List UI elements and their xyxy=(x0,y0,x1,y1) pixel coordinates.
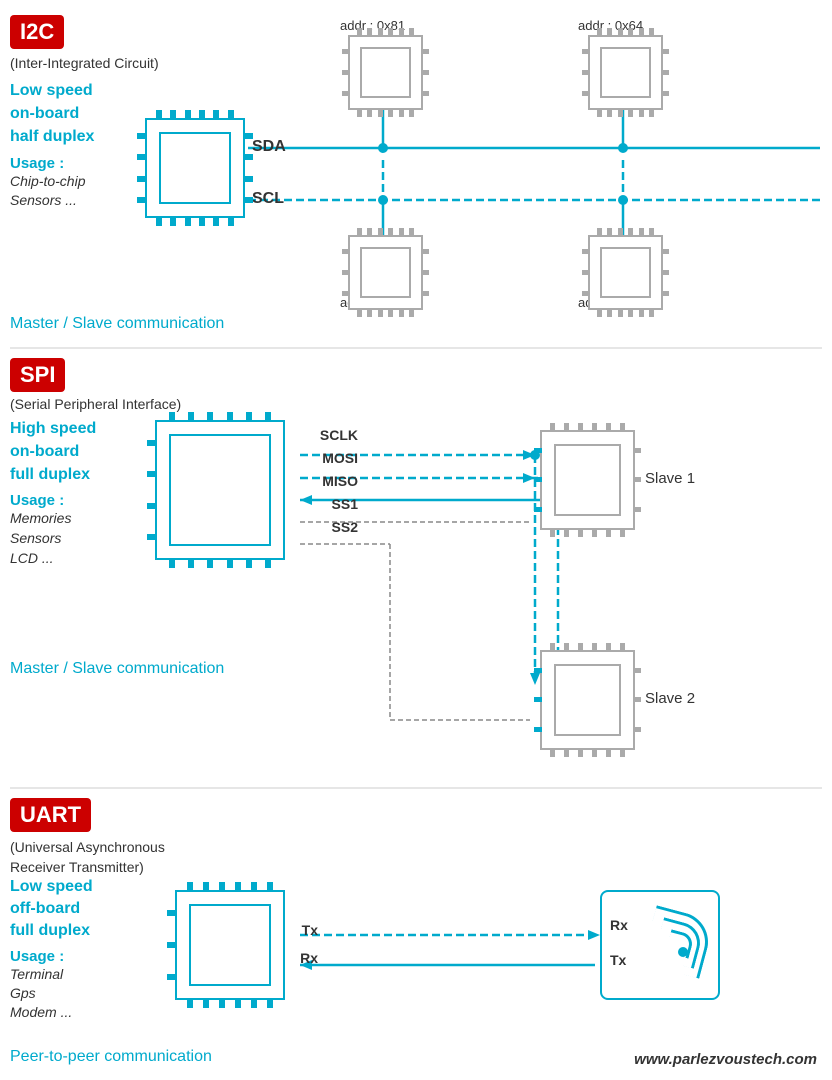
spi-usage-3: LCD ... xyxy=(10,550,54,566)
spi-slave2-chip xyxy=(540,650,635,750)
spi-comm: Master / Slave communication xyxy=(10,660,224,678)
spi-ss2-label: SS2 xyxy=(332,519,358,535)
uart-board: off-board xyxy=(10,900,80,918)
spi-slave1-chip xyxy=(540,430,635,530)
spi-badge: SPI xyxy=(10,358,65,392)
spi-slave2-label: Slave 2 xyxy=(645,690,695,707)
uart-duplex: full duplex xyxy=(10,922,90,940)
sda-label: SDA xyxy=(252,138,286,156)
spi-usage-2: Sensors xyxy=(10,530,61,546)
i2c-usage-1: Chip-to-chip xyxy=(10,173,85,189)
spi-fullname: (Serial Peripheral Interface) xyxy=(10,396,181,412)
spi-usage-label: Usage : xyxy=(10,492,64,509)
uart-fullname: (Universal AsynchronousReceiver Transmit… xyxy=(10,838,165,877)
uart-receiver-rx: Rx xyxy=(610,917,628,933)
uart-badge-container: UART xyxy=(10,798,91,832)
spi-speed: High speed xyxy=(10,420,96,438)
i2c-duplex: half duplex xyxy=(10,128,94,146)
i2c-badge-container: I2C xyxy=(10,15,64,49)
uart-usage-1: Terminal xyxy=(10,966,63,982)
i2c-usage-label: Usage : xyxy=(10,155,64,172)
i2c-slave3-chip xyxy=(348,235,423,310)
uart-tx-label: Tx xyxy=(302,922,318,938)
spi-mosi-label: MOSI xyxy=(322,450,358,466)
uart-usage-2: Gps xyxy=(10,985,36,1001)
spi-badge-container: SPI xyxy=(10,358,65,392)
i2c-badge: I2C xyxy=(10,15,64,49)
i2c-board: on-board xyxy=(10,105,79,123)
uart-master-chip: Tx Rx xyxy=(175,890,285,1000)
i2c-slave1-chip xyxy=(348,35,423,110)
uart-badge: UART xyxy=(10,798,91,832)
spi-usage-1: Memories xyxy=(10,510,71,526)
i2c-fullname: (Inter-Integrated Circuit) xyxy=(10,55,159,71)
spi-board: on-board xyxy=(10,443,79,461)
spi-duplex: full duplex xyxy=(10,466,90,484)
footer-url: www.parlezvoustech.com xyxy=(634,1051,817,1068)
uart-comm: Peer-to-peer communication xyxy=(10,1048,212,1066)
i2c-comm: Master / Slave communication xyxy=(10,315,224,333)
uart-usage-3: Modem ... xyxy=(10,1004,72,1020)
i2c-slave4-chip xyxy=(588,235,663,310)
uart-receiver-tx: Tx xyxy=(610,952,626,968)
i2c-speed: Low speed xyxy=(10,82,93,100)
i2c-usage-2: Sensors ... xyxy=(10,192,77,208)
spi-miso-label: MISO xyxy=(322,473,358,489)
spi-sclk-label: SCLK xyxy=(320,427,358,443)
spi-slave1-label: Slave 1 xyxy=(645,470,695,487)
i2c-master-chip xyxy=(145,118,245,218)
uart-receiver-device: Rx Tx xyxy=(600,890,720,1000)
spi-master-chip: SCLK MOSI MISO SS1 SS2 xyxy=(155,420,285,560)
uart-rx-label: Rx xyxy=(300,950,318,966)
uart-usage-label: Usage : xyxy=(10,948,64,965)
scl-label: SCL xyxy=(252,190,284,208)
i2c-slave2-chip xyxy=(588,35,663,110)
spi-ss1-label: SS1 xyxy=(332,496,358,512)
uart-speed: Low speed xyxy=(10,878,93,896)
